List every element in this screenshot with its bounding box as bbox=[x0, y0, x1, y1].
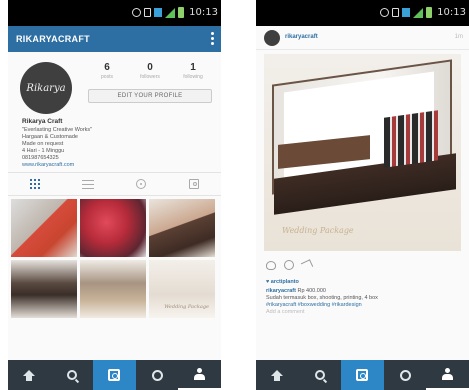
stat-following-label: following bbox=[183, 74, 203, 80]
post-actions bbox=[256, 255, 469, 275]
camera-icon bbox=[356, 369, 369, 381]
search-icon bbox=[66, 370, 77, 380]
location-icon bbox=[136, 179, 147, 189]
share-icon[interactable] bbox=[300, 259, 314, 271]
photo-grid: Wedding Package bbox=[8, 196, 221, 321]
bio-line: 081987654325 bbox=[22, 155, 59, 161]
battery-icon bbox=[178, 7, 185, 18]
nav-home[interactable] bbox=[8, 360, 51, 390]
photo-caption: Wedding Package bbox=[164, 304, 209, 310]
post-time: 1m bbox=[454, 34, 463, 40]
album-pages bbox=[384, 110, 438, 168]
stat-posts-value: 6 bbox=[104, 62, 110, 73]
tab-list[interactable] bbox=[61, 173, 114, 195]
photo-thumbnail[interactable]: Wedding Package bbox=[149, 260, 215, 318]
camera-icon bbox=[108, 369, 121, 381]
profile-stats: 6 posts 0 followers 1 following bbox=[86, 62, 214, 80]
avatar-logo-text: Rikarya bbox=[26, 82, 66, 94]
list-icon bbox=[81, 179, 94, 189]
stat-posts[interactable]: 6 posts bbox=[86, 62, 128, 80]
nav-profile[interactable] bbox=[426, 360, 469, 390]
stat-followers-value: 0 bbox=[147, 62, 153, 73]
home-icon bbox=[271, 369, 284, 381]
sim-icon bbox=[144, 8, 152, 17]
nav-profile[interactable] bbox=[178, 360, 221, 390]
image-script-text: Wedding Package bbox=[282, 226, 354, 235]
photo-thumbnail[interactable] bbox=[80, 199, 146, 257]
stat-posts-label: posts bbox=[101, 74, 113, 80]
comment-icon[interactable] bbox=[284, 260, 294, 270]
profile-icon bbox=[194, 368, 206, 380]
home-icon bbox=[23, 369, 36, 381]
app-title: RIKARYACRAFT bbox=[16, 34, 90, 44]
profile-website-link[interactable]: www.rikaryacraft.com bbox=[22, 162, 215, 169]
post-meta: ♥ arctiplanto rikaryacraft Rp 400.000 Su… bbox=[256, 275, 469, 316]
photo-thumbnail[interactable] bbox=[11, 260, 77, 318]
bottom-nav bbox=[8, 360, 221, 390]
sim-icon bbox=[392, 8, 400, 17]
stat-following-value: 1 bbox=[190, 62, 196, 73]
stat-followers-label: followers bbox=[140, 74, 160, 80]
nav-home[interactable] bbox=[256, 360, 299, 390]
stat-following[interactable]: 1 following bbox=[172, 62, 214, 80]
nav-search[interactable] bbox=[299, 360, 342, 390]
data-icon bbox=[402, 8, 411, 17]
alarm-icon bbox=[132, 8, 142, 17]
caption-username[interactable]: rikaryacraft bbox=[266, 288, 296, 294]
photo-thumbnail[interactable] bbox=[149, 199, 215, 257]
tab-tagged[interactable] bbox=[168, 173, 221, 195]
nav-camera[interactable] bbox=[341, 360, 384, 390]
bottom-nav bbox=[256, 360, 469, 390]
nav-news[interactable] bbox=[136, 360, 179, 390]
bio-line: 4 Hari - 1 Minggu bbox=[22, 148, 65, 154]
caption-text: Rp 400.000 bbox=[297, 288, 326, 294]
nav-search[interactable] bbox=[51, 360, 94, 390]
add-comment-link[interactable]: Add a comment bbox=[266, 309, 459, 316]
post-username[interactable]: rikaryacraft bbox=[285, 34, 318, 40]
nav-camera[interactable] bbox=[93, 360, 136, 390]
caption-line: Sudah termasuk box, shooting, printing, … bbox=[266, 295, 378, 301]
edit-profile-button[interactable]: EDIT YOUR PROFILE bbox=[88, 89, 212, 103]
post-image[interactable]: Wedding Package bbox=[264, 54, 461, 251]
signal-icon bbox=[413, 7, 424, 18]
heart-icon[interactable] bbox=[266, 260, 276, 270]
signal-icon bbox=[165, 7, 176, 18]
profile-icon bbox=[442, 368, 454, 380]
photo-thumbnail[interactable] bbox=[11, 199, 77, 257]
status-time: 10:13 bbox=[189, 7, 218, 18]
caption-hashtags[interactable]: #rikaryacraft #boxwedding #rikardesign bbox=[266, 302, 459, 309]
battery-icon bbox=[426, 7, 433, 18]
status-bar: 10:13 bbox=[8, 0, 221, 26]
bio-line: Hargaan & Customade bbox=[22, 134, 78, 140]
app-bar: RIKARYACRAFT bbox=[8, 26, 221, 52]
news-icon bbox=[151, 369, 163, 381]
photo-thumbnail[interactable] bbox=[80, 260, 146, 318]
profile-bio: Rikarya Craft "Everlasting Creative Work… bbox=[22, 118, 215, 169]
bio-line: Made on request bbox=[22, 141, 64, 147]
post-header: rikaryacraft 1m bbox=[256, 26, 469, 50]
bio-line: "Everlasting Creative Works" bbox=[22, 127, 93, 133]
search-icon bbox=[314, 370, 325, 380]
tagged-icon bbox=[189, 179, 200, 189]
post-caption: rikaryacraft Rp 400.000 bbox=[266, 288, 459, 295]
post-screen: 10:13 rikaryacraft 1m Wedding Package ♥ … bbox=[256, 0, 469, 390]
status-bar: 10:13 bbox=[256, 0, 469, 26]
avatar[interactable]: Rikarya bbox=[20, 62, 72, 114]
nav-news[interactable] bbox=[384, 360, 427, 390]
status-time: 10:13 bbox=[437, 7, 466, 18]
post-avatar[interactable] bbox=[264, 30, 280, 46]
stat-followers[interactable]: 0 followers bbox=[129, 62, 171, 80]
profile-name: Rikarya Craft bbox=[22, 118, 63, 125]
profile-screen: 10:13 RIKARYACRAFT Rikarya 6 posts 0 fol… bbox=[8, 0, 221, 390]
alarm-icon bbox=[380, 8, 390, 17]
grid-icon bbox=[29, 179, 40, 189]
news-icon bbox=[399, 369, 411, 381]
profile-header: Rikarya 6 posts 0 followers 1 following … bbox=[8, 52, 221, 172]
data-icon bbox=[154, 8, 163, 17]
tab-location[interactable] bbox=[115, 173, 168, 195]
profile-view-tabs bbox=[8, 172, 221, 196]
overflow-menu-icon[interactable] bbox=[210, 32, 214, 45]
post-likes[interactable]: ♥ arctiplanto bbox=[266, 279, 459, 286]
tab-grid[interactable] bbox=[8, 173, 61, 195]
